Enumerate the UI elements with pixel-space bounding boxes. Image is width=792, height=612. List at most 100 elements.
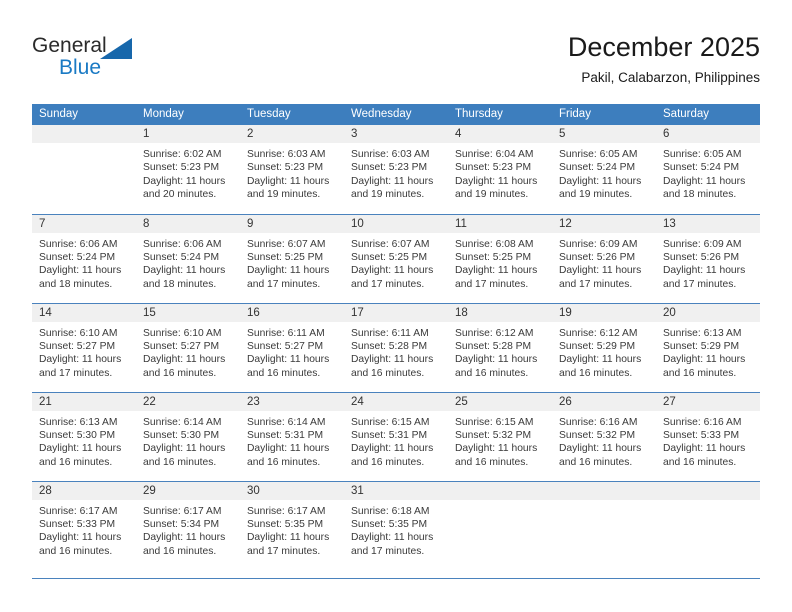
calendar-day-cell[interactable]: 12 Sunrise: 6:09 AM Sunset: 5:26 PM Dayligh… [552,213,656,303]
calendar-day-cell[interactable]: 30 Sunrise: 6:17 AM Sunset: 5:35 PM Dayligh… [240,480,344,570]
daylight-text-line1: Daylight: 11 hours [143,265,226,277]
day-number: 29 [136,481,240,500]
daylight-text-line1: Daylight: 11 hours [351,265,434,277]
calendar-day-cell-empty [448,480,552,570]
day-number [552,481,656,500]
daylight-text-line1: Daylight: 11 hours [351,175,434,187]
calendar-day-cell[interactable]: 15 Sunrise: 6:10 AM Sunset: 5:27 PM Dayligh… [136,302,240,392]
calendar-day-cell[interactable]: 10 Sunrise: 6:07 AM Sunset: 5:25 PM Dayligh… [344,213,448,303]
calendar-day-cell-empty [552,480,656,570]
calendar-day-cell[interactable]: 19 Sunrise: 6:12 AM Sunset: 5:29 PM Dayligh… [552,302,656,392]
daylight-text-line1: Daylight: 11 hours [351,443,434,455]
page-header: General Blue December 2025 Pakil, Calaba… [32,30,760,98]
sunset-text: Sunset: 5:30 PM [143,429,220,441]
day-details: Sunrise: 6:15 AM Sunset: 5:31 PM Daylight:… [344,411,448,470]
sunrise-text: Sunrise: 6:04 AM [455,149,534,160]
sunset-text: Sunset: 5:23 PM [143,162,220,174]
calendar-day-cell[interactable]: 6 Sunrise: 6:05 AM Sunset: 5:24 PM Daylight… [656,125,760,214]
sunrise-text: Sunrise: 6:07 AM [247,238,326,250]
sunset-text: Sunset: 5:24 PM [663,162,740,174]
day-number [656,481,760,500]
calendar-day-cell[interactable]: 29 Sunrise: 6:17 AM Sunset: 5:34 PM Dayligh… [136,480,240,570]
calendar-week-row: 21 Sunrise: 6:13 AM Sunset: 5:30 PM Dayligh… [32,391,760,481]
general-blue-logo[interactable]: General Blue [32,34,182,94]
day-number: 8 [136,214,240,233]
sunset-text: Sunset: 5:23 PM [455,162,532,174]
sunset-text: Sunset: 5:26 PM [663,251,740,263]
calendar-day-cell[interactable]: 1 Sunrise: 6:02 AM Sunset: 5:23 PM Daylight… [136,125,240,214]
calendar-day-cell[interactable]: 2 Sunrise: 6:03 AM Sunset: 5:23 PM Daylight… [240,125,344,214]
calendar-day-cell[interactable]: 21 Sunrise: 6:13 AM Sunset: 5:30 PM Dayligh… [32,391,136,481]
calendar-day-cell[interactable]: 8 Sunrise: 6:06 AM Sunset: 5:24 PM Daylight… [136,213,240,303]
sunrise-text: Sunrise: 6:17 AM [39,505,118,517]
day-details: Sunrise: 6:06 AM Sunset: 5:24 PM Daylight:… [32,233,136,292]
calendar-day-cell[interactable]: 11 Sunrise: 6:08 AM Sunset: 5:25 PM Dayligh… [448,213,552,303]
page-subtitle: Pakil, Calabarzon, Philippines [581,70,760,85]
day-number: 20 [656,303,760,322]
daylight-text-line1: Daylight: 11 hours [247,532,330,544]
day-details: Sunrise: 6:14 AM Sunset: 5:30 PM Daylight:… [136,411,240,470]
day-details: Sunrise: 6:08 AM Sunset: 5:25 PM Daylight:… [448,233,552,292]
day-number: 28 [32,481,136,500]
calendar-day-cell[interactable]: 7 Sunrise: 6:06 AM Sunset: 5:24 PM Daylight… [32,213,136,303]
daylight-text-line1: Daylight: 11 hours [559,265,642,277]
calendar-day-cell[interactable]: 20 Sunrise: 6:13 AM Sunset: 5:29 PM Dayligh… [656,302,760,392]
logo-text-blue: Blue [59,56,102,79]
calendar-day-cell[interactable]: 9 Sunrise: 6:07 AM Sunset: 5:25 PM Daylight… [240,213,344,303]
sunset-text: Sunset: 5:28 PM [351,340,428,352]
sunrise-text: Sunrise: 6:08 AM [455,238,534,250]
sunrise-text: Sunrise: 6:16 AM [663,416,742,428]
daylight-text-line2: and 18 minutes. [663,189,737,201]
sunset-text: Sunset: 5:33 PM [663,429,740,441]
calendar-body: 1 Sunrise: 6:02 AM Sunset: 5:23 PM Daylight… [32,125,760,570]
day-details: Sunrise: 6:07 AM Sunset: 5:25 PM Daylight:… [240,233,344,292]
calendar-day-cell[interactable]: 23 Sunrise: 6:14 AM Sunset: 5:31 PM Dayligh… [240,391,344,481]
daylight-text-line2: and 16 minutes. [455,367,529,379]
calendar-day-cell[interactable]: 25 Sunrise: 6:15 AM Sunset: 5:32 PM Dayligh… [448,391,552,481]
day-number: 19 [552,303,656,322]
calendar-day-cell[interactable]: 5 Sunrise: 6:05 AM Sunset: 5:24 PM Daylight… [552,125,656,214]
sunset-text: Sunset: 5:35 PM [351,518,428,530]
daylight-text-line1: Daylight: 11 hours [39,443,122,455]
calendar-day-cell[interactable]: 27 Sunrise: 6:16 AM Sunset: 5:33 PM Dayligh… [656,391,760,481]
day-details: Sunrise: 6:05 AM Sunset: 5:24 PM Daylight:… [552,143,656,202]
day-number: 14 [32,303,136,322]
day-number: 11 [448,214,552,233]
calendar-day-cell[interactable]: 3 Sunrise: 6:03 AM Sunset: 5:23 PM Daylight… [344,125,448,214]
daylight-text-line1: Daylight: 11 hours [39,265,122,277]
daylight-text-line2: and 19 minutes. [455,189,529,201]
daylight-text-line2: and 17 minutes. [247,278,321,290]
day-number: 6 [656,125,760,143]
sunrise-text: Sunrise: 6:11 AM [351,327,429,339]
sunset-text: Sunset: 5:26 PM [559,251,636,263]
day-details: Sunrise: 6:16 AM Sunset: 5:32 PM Daylight:… [552,411,656,470]
calendar-day-cell[interactable]: 18 Sunrise: 6:12 AM Sunset: 5:28 PM Dayligh… [448,302,552,392]
weekday-header-monday: Monday [136,104,240,125]
daylight-text-line1: Daylight: 11 hours [143,532,226,544]
day-number: 21 [32,392,136,411]
calendar-day-cell[interactable]: 24 Sunrise: 6:15 AM Sunset: 5:31 PM Dayligh… [344,391,448,481]
day-number: 12 [552,214,656,233]
calendar-day-cell[interactable]: 22 Sunrise: 6:14 AM Sunset: 5:30 PM Dayligh… [136,391,240,481]
weekday-header-friday: Friday [552,104,656,125]
calendar-page: General Blue December 2025 Pakil, Calaba… [0,0,792,612]
day-number: 17 [344,303,448,322]
daylight-text-line2: and 16 minutes. [559,456,633,468]
calendar-day-cell[interactable]: 13 Sunrise: 6:09 AM Sunset: 5:26 PM Dayligh… [656,213,760,303]
daylight-text-line1: Daylight: 11 hours [455,265,538,277]
calendar-day-cell[interactable]: 4 Sunrise: 6:04 AM Sunset: 5:23 PM Daylight… [448,125,552,214]
sunrise-sunset-calendar: Sunday Monday Tuesday Wednesday Thursday Frid… [32,104,760,570]
calendar-day-cell[interactable]: 14 Sunrise: 6:10 AM Sunset: 5:27 PM Dayligh… [32,302,136,392]
calendar-day-cell[interactable]: 26 Sunrise: 6:16 AM Sunset: 5:32 PM Dayligh… [552,391,656,481]
calendar-day-cell[interactable]: 16 Sunrise: 6:11 AM Sunset: 5:27 PM Dayligh… [240,302,344,392]
daylight-text-line2: and 19 minutes. [247,189,321,201]
calendar-day-cell[interactable]: 28 Sunrise: 6:17 AM Sunset: 5:33 PM Dayligh… [32,480,136,570]
daylight-text-line1: Daylight: 11 hours [559,175,642,187]
day-details: Sunrise: 6:10 AM Sunset: 5:27 PM Daylight:… [136,322,240,381]
sunrise-text: Sunrise: 6:15 AM [351,416,430,428]
calendar-day-cell[interactable]: 17 Sunrise: 6:11 AM Sunset: 5:28 PM Dayligh… [344,302,448,392]
calendar-day-cell[interactable]: 31 Sunrise: 6:18 AM Sunset: 5:35 PM Dayligh… [344,480,448,570]
daylight-text-line2: and 16 minutes. [143,456,217,468]
day-number: 30 [240,481,344,500]
daylight-text-line1: Daylight: 11 hours [247,265,330,277]
